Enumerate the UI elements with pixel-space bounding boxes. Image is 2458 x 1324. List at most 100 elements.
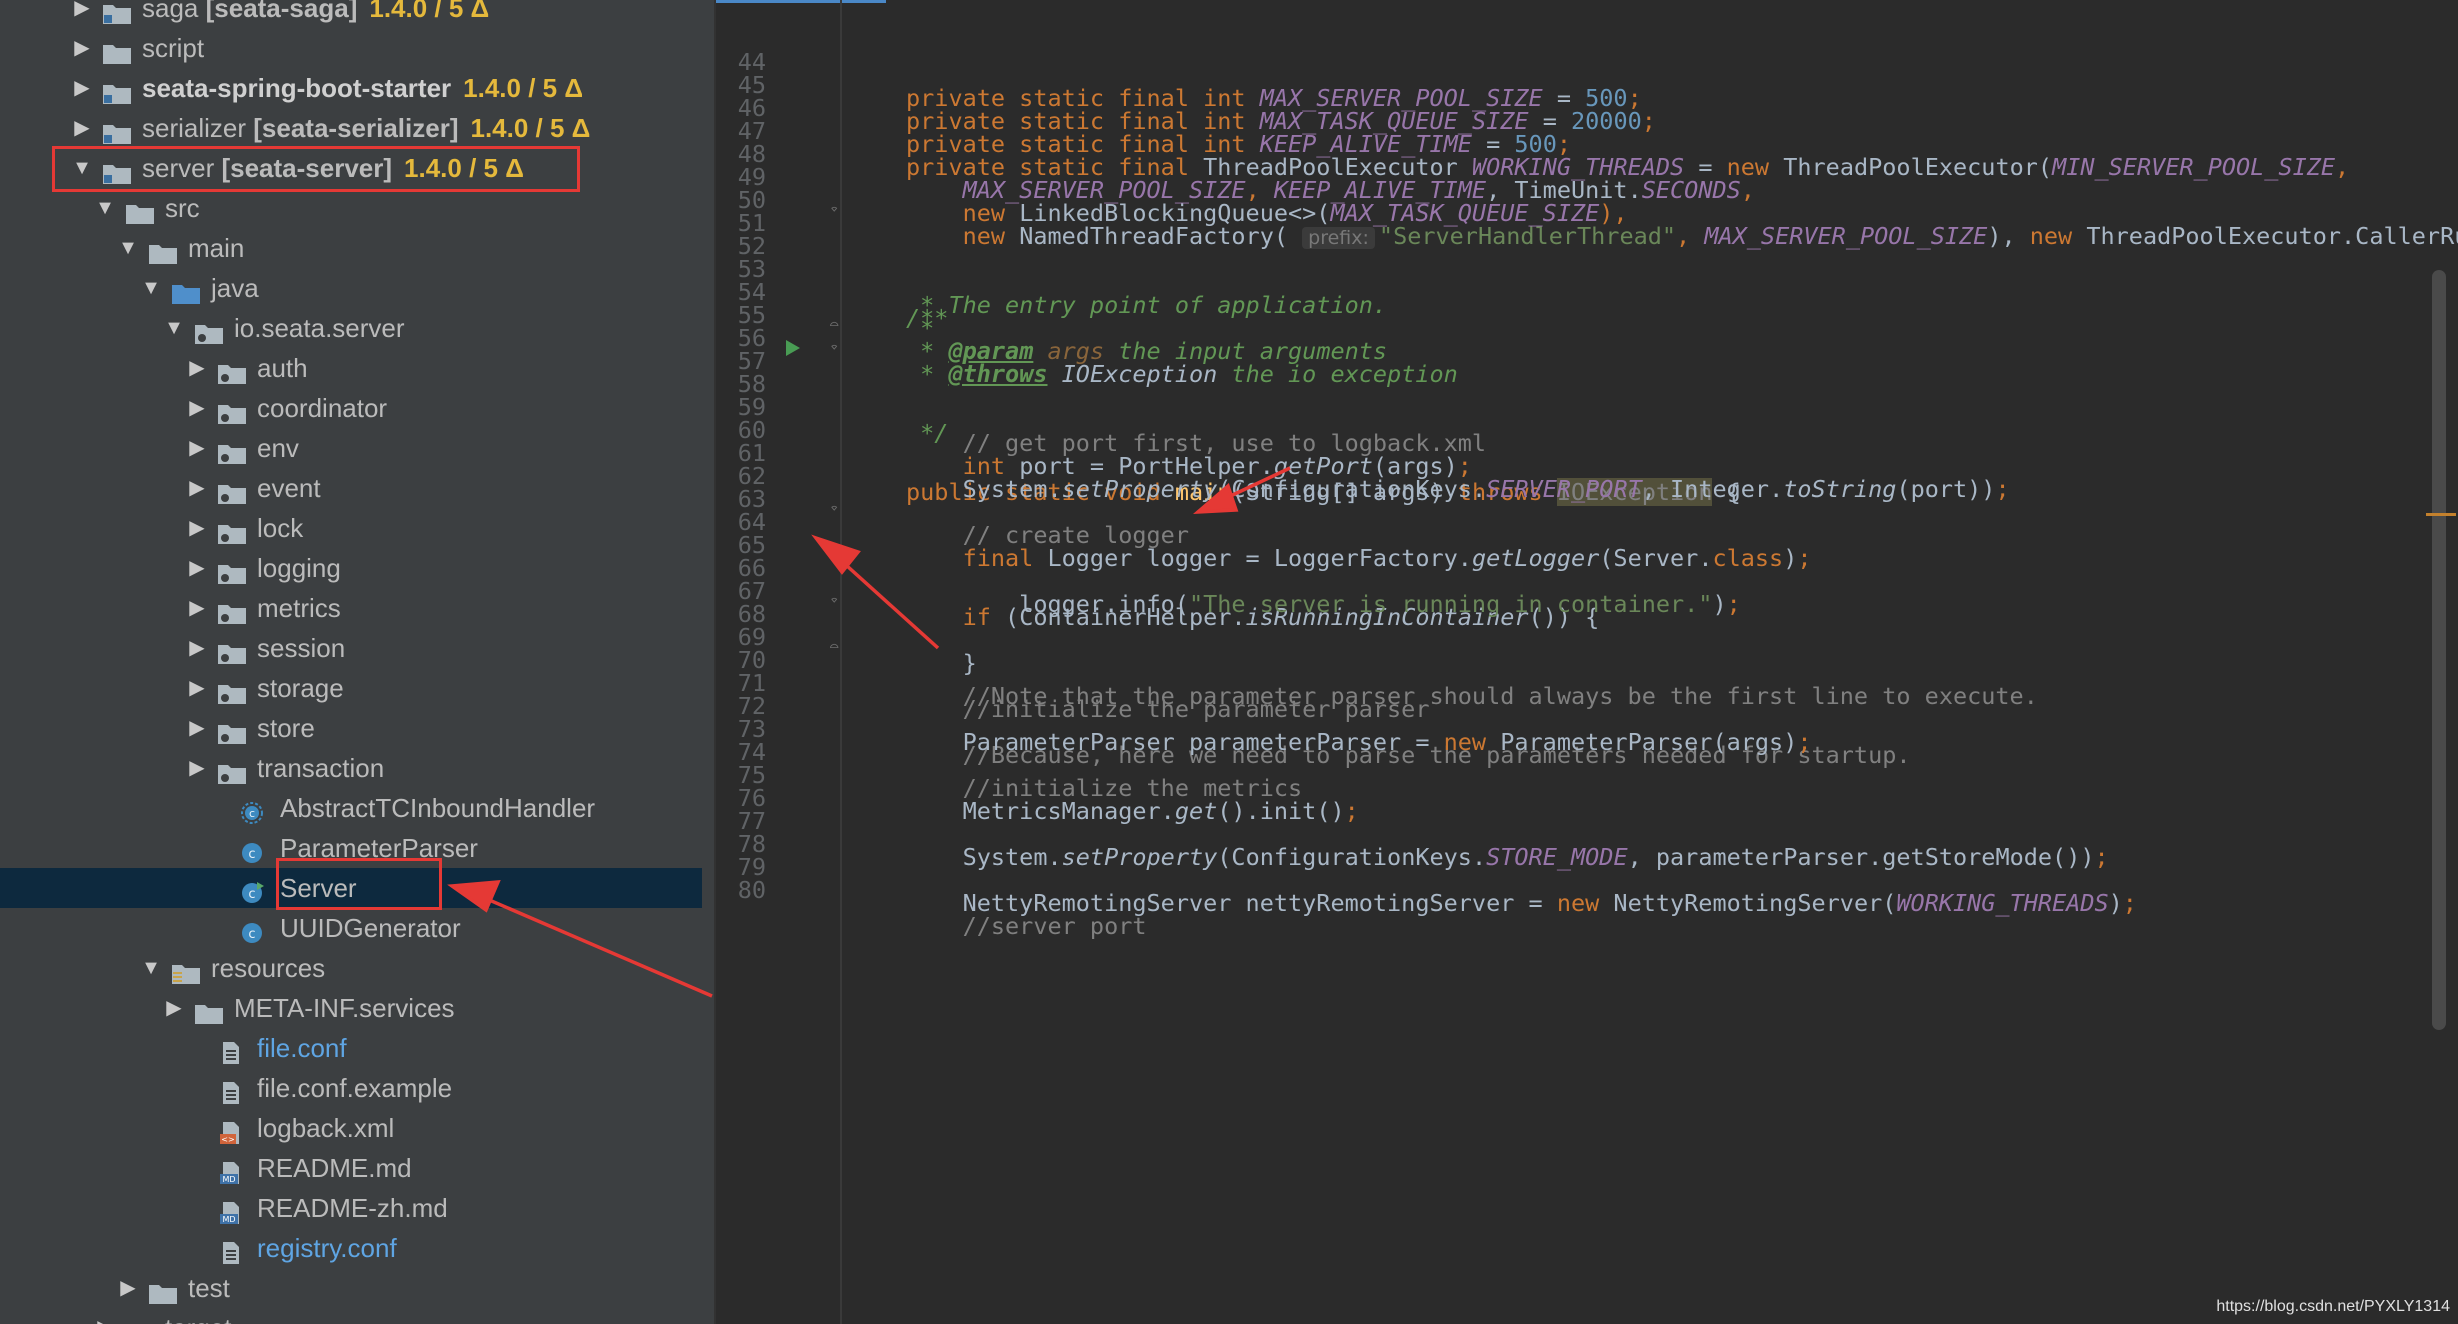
collapsed-arrow-icon[interactable]: ▶: [185, 748, 209, 788]
class-icon: c: [240, 836, 270, 863]
svg-text:c: c: [248, 847, 255, 862]
tree-item-target[interactable]: ▶ target: [0, 1308, 714, 1324]
collapsed-arrow-icon[interactable]: ▶: [116, 1268, 140, 1308]
tree-item-label: coordinator: [257, 388, 387, 428]
tree-item-metrics[interactable]: ▶ metrics: [0, 588, 714, 628]
tree-item-label: session: [257, 628, 345, 668]
collapsed-arrow-icon[interactable]: ▶: [70, 28, 94, 68]
tree-item-file-conf-example[interactable]: file.conf.example: [0, 1068, 714, 1108]
collapsed-arrow-icon[interactable]: ▶: [70, 68, 94, 108]
collapsed-arrow-icon[interactable]: ▶: [70, 108, 94, 148]
tree-item-transaction[interactable]: ▶ transaction: [0, 748, 714, 788]
tree-item-label: env: [257, 428, 299, 468]
tree-item-name: script: [142, 33, 205, 63]
tree-item-module-name: [seata-saga]: [198, 0, 358, 23]
editor-scrollbar-thumb[interactable]: [2432, 270, 2446, 1030]
collapsed-arrow-icon[interactable]: ▶: [185, 388, 209, 428]
tree-item-abstracttcinboundhandler[interactable]: c AbstractTCInboundHandler: [0, 788, 714, 828]
tree-item-auth[interactable]: ▶ auth: [0, 348, 714, 388]
tree-item-serializer[interactable]: ▶ serializer [seata-serializer] 1.4.0 / 5 …: [0, 108, 714, 148]
package-icon: [217, 356, 247, 384]
expanded-arrow-icon[interactable]: ▼: [162, 308, 186, 348]
tree-item-logging[interactable]: ▶ logging: [0, 548, 714, 588]
tree-scrollbar-track[interactable]: [702, 0, 714, 1324]
collapsed-arrow-icon[interactable]: ▶: [185, 548, 209, 588]
tree-item-coordinator[interactable]: ▶ coordinator: [0, 388, 714, 428]
expanded-arrow-icon[interactable]: ▼: [139, 268, 163, 308]
tree-item-name: registry.conf: [257, 1233, 397, 1263]
tree-item-label: io.seata.server: [234, 308, 405, 348]
tree-item-script[interactable]: ▶ script: [0, 28, 714, 68]
tree-item-resources[interactable]: ▼ resources: [0, 948, 714, 988]
tree-item-name: file.conf: [257, 1033, 347, 1063]
tree-item-readme-zh-md[interactable]: MD README-zh.md: [0, 1188, 714, 1228]
tree-item-meta-inf-services[interactable]: ▶ META-INF.services: [0, 988, 714, 1028]
runnable-class-icon: c: [240, 876, 270, 903]
tree-item-logback-xml[interactable]: <> logback.xml: [0, 1108, 714, 1148]
tree-item-lock[interactable]: ▶ lock: [0, 508, 714, 548]
tree-item-store[interactable]: ▶ store: [0, 708, 714, 748]
collapsed-arrow-icon[interactable]: ▶: [185, 348, 209, 388]
tree-item-name: logback.xml: [257, 1113, 395, 1143]
code-editor[interactable]: 44 private static final int MAX_SERVER_P…: [716, 0, 2458, 1324]
collapsed-arrow-icon[interactable]: ▶: [185, 468, 209, 508]
collapsed-arrow-icon[interactable]: ▶: [185, 628, 209, 668]
tree-item-name: file.conf.example: [257, 1073, 453, 1103]
tree-item-env[interactable]: ▶ env: [0, 428, 714, 468]
collapsed-arrow-icon[interactable]: ▶: [70, 0, 94, 28]
tree-item-name: resources: [211, 953, 326, 983]
tree-item-main[interactable]: ▼ main: [0, 228, 714, 268]
expanded-arrow-icon[interactable]: ▼: [139, 948, 163, 988]
active-tab-indicator: [716, 0, 886, 3]
module-folder-icon: [102, 0, 132, 24]
tree-item-name: event: [257, 473, 321, 503]
collapsed-arrow-icon[interactable]: ▶: [185, 708, 209, 748]
module-folder-icon: [102, 116, 132, 144]
tree-item-label: saga [seata-saga] 1.4.0 / 5 Δ: [142, 0, 489, 28]
code-line[interactable]: 80 //server port: [716, 836, 2458, 940]
error-stripe-marker[interactable]: [2426, 513, 2456, 516]
highlight-box-server-class: [276, 858, 442, 910]
tree-item-name: AbstractTCInboundHandler: [280, 793, 596, 823]
tree-item-java[interactable]: ▼ java: [0, 268, 714, 308]
tree-item-storage[interactable]: ▶ storage: [0, 668, 714, 708]
tree-item-seata-spring-boot-starter[interactable]: ▶ seata-spring-boot-starter 1.4.0 / 5 Δ: [0, 68, 714, 108]
tree-item-registry-conf[interactable]: registry.conf: [0, 1228, 714, 1268]
collapsed-arrow-icon[interactable]: ▶: [185, 588, 209, 628]
tree-item-event[interactable]: ▶ event: [0, 468, 714, 508]
package-icon: [194, 316, 224, 344]
collapsed-arrow-icon[interactable]: ▶: [185, 428, 209, 468]
tree-item-session[interactable]: ▶ session: [0, 628, 714, 668]
package-icon: [217, 756, 247, 784]
tree-item-readme-md[interactable]: MD README.md: [0, 1148, 714, 1188]
tree-item-label: src: [165, 188, 200, 228]
ide-window: ▶ saga [seata-saga] 1.4.0 / 5 Δ ▶ script ▶ sea…: [0, 0, 2458, 1324]
tree-item-test[interactable]: ▶ test: [0, 1268, 714, 1308]
collapsed-arrow-icon[interactable]: ▶: [185, 668, 209, 708]
collapsed-arrow-icon[interactable]: ▶: [185, 508, 209, 548]
tree-item-name: README.md: [257, 1153, 412, 1183]
tree-item-uuidgenerator[interactable]: c UUIDGenerator: [0, 908, 714, 948]
tree-item-label: auth: [257, 348, 308, 388]
package-icon: [217, 556, 247, 584]
tree-item-src[interactable]: ▼ src: [0, 188, 714, 228]
tree-item-label: target: [165, 1308, 232, 1324]
markdown-file-icon: MD: [217, 1156, 247, 1184]
tree-item-saga[interactable]: ▶ saga [seata-saga] 1.4.0 / 5 Δ: [0, 0, 714, 28]
tree-item-label: README-zh.md: [257, 1188, 448, 1228]
tree-item-io-seata-server[interactable]: ▼ io.seata.server: [0, 308, 714, 348]
expanded-arrow-icon[interactable]: ▼: [116, 228, 140, 268]
expanded-arrow-icon[interactable]: ▼: [93, 188, 117, 228]
excluded-folder-icon: [125, 1316, 155, 1324]
collapsed-arrow-icon[interactable]: ▶: [93, 1308, 117, 1324]
tree-item-name: java: [211, 273, 259, 303]
tree-item-name: logging: [257, 553, 341, 583]
tree-item-name: target: [165, 1313, 232, 1324]
tree-item-name: session: [257, 633, 346, 663]
tree-item-name: META-INF.services: [234, 993, 455, 1023]
collapsed-arrow-icon[interactable]: ▶: [162, 988, 186, 1028]
tree-item-name: serializer: [142, 113, 247, 143]
tree-item-file-conf[interactable]: file.conf: [0, 1028, 714, 1068]
folder-icon: [125, 196, 155, 224]
tree-item-name: metrics: [257, 593, 341, 623]
